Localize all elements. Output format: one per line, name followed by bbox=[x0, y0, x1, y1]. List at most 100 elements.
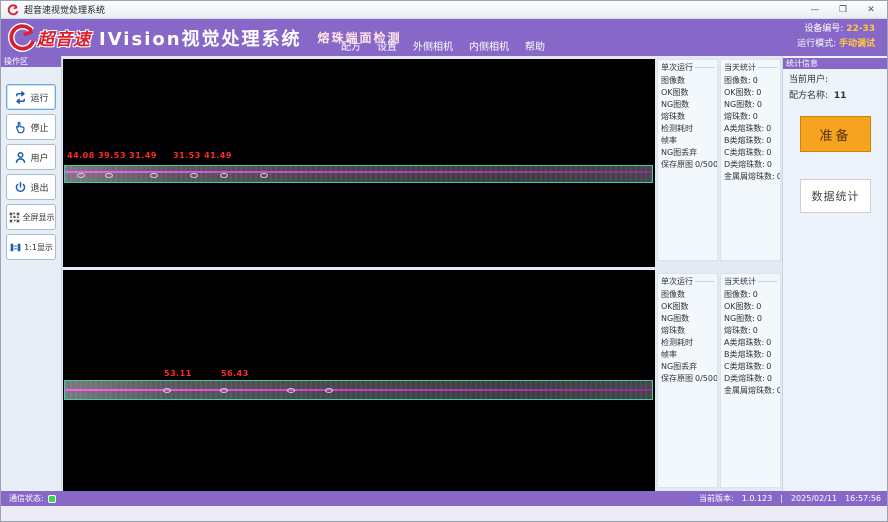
stat-row: B类熔珠数:0 bbox=[724, 135, 777, 147]
recipe-name-label: 配方名称: bbox=[789, 91, 828, 101]
data-statistics-button[interactable]: 数据统计 bbox=[800, 179, 871, 213]
run-button-label: 运行 bbox=[30, 91, 48, 104]
inner-camera-viewport: 53.11 56.43 bbox=[63, 270, 655, 491]
stat-row: D类熔珠数:0 bbox=[724, 159, 777, 171]
menu-item[interactable]: 外侧相机 bbox=[413, 38, 453, 53]
current-user-label: 当前用户: bbox=[789, 75, 828, 85]
bead-blob bbox=[105, 173, 113, 178]
operation-sidebar: 操作区 运行 停止 bbox=[1, 56, 62, 491]
stat-row: OK图数:0 bbox=[724, 301, 777, 313]
stat-row: C类熔珠数:0 bbox=[724, 147, 777, 159]
stop-hand-icon bbox=[13, 120, 28, 135]
device-info: 设备编号: 22-33 运行模式: 手动调试 bbox=[797, 22, 875, 52]
app-title: IVision视觉处理系统 bbox=[99, 25, 302, 51]
user-button[interactable]: 用户 bbox=[6, 144, 56, 170]
exit-button[interactable]: 退出 bbox=[6, 174, 56, 200]
stat-row: 图像数 bbox=[661, 289, 714, 301]
power-icon bbox=[13, 180, 28, 195]
bead-blob bbox=[163, 388, 171, 393]
bottom-strip bbox=[1, 506, 888, 522]
exit-button-label: 退出 bbox=[30, 181, 48, 194]
run-mode-value: 手动调试 bbox=[839, 39, 875, 49]
stat-row: NG图数:0 bbox=[724, 313, 777, 325]
stat-row: NG图数 bbox=[661, 313, 714, 325]
close-icon[interactable]: ✕ bbox=[865, 1, 877, 19]
sidebar-buttons: 运行 停止 用户 bbox=[1, 67, 61, 260]
bead-blob bbox=[220, 173, 228, 178]
comm-status: 通信状态: bbox=[9, 493, 56, 504]
weld-bead-detection-strip bbox=[64, 165, 653, 183]
menu-item[interactable]: 帮助 bbox=[525, 38, 545, 53]
single-run-title: 单次运行 bbox=[661, 276, 714, 287]
measurement-annotation: 56.43 bbox=[221, 369, 249, 378]
restore-icon[interactable]: ❐ bbox=[837, 1, 849, 19]
single-run-box: 单次运行 图像数 OK图数 NG图数 熔珠数 检测耗时 bbox=[657, 59, 718, 261]
device-number-value: 22-33 bbox=[846, 24, 875, 34]
status-right: 当前版本: 1.0.123 | 2025/02/11 16:57:56 bbox=[699, 493, 881, 504]
status-separator: | bbox=[780, 494, 783, 503]
current-user-row: 当前用户: bbox=[783, 69, 888, 85]
app-window: 超音速视觉处理系统 — ❐ ✕ 超音速 IVision视觉处理系统 熔珠端面检测… bbox=[0, 0, 888, 522]
stat-row: 图像数 bbox=[661, 75, 714, 87]
single-run-rows: 图像数 OK图数 NG图数 熔珠数 检测耗时 帧率 NG图丢弃 bbox=[661, 289, 714, 385]
brand-name: 超音速 bbox=[37, 25, 91, 50]
stat-row: 图像数:0 bbox=[724, 289, 777, 301]
device-number-row: 设备编号: 22-33 bbox=[797, 22, 875, 37]
fullscreen-button[interactable]: 全屏显示 bbox=[6, 204, 56, 230]
stat-row: OK图数 bbox=[661, 301, 714, 313]
os-titlebar: 超音速视觉处理系统 — ❐ ✕ bbox=[1, 1, 888, 19]
menu-item[interactable]: 设置 bbox=[377, 38, 397, 53]
stat-row: 检测耗时 bbox=[661, 337, 714, 349]
comm-status-led bbox=[48, 495, 56, 503]
status-date: 2025/02/11 bbox=[791, 494, 837, 503]
minimize-icon[interactable]: — bbox=[809, 1, 821, 19]
fullscreen-button-label: 全屏显示 bbox=[23, 212, 55, 223]
stat-row: D类熔珠数:0 bbox=[724, 373, 777, 385]
version-value: 1.0.123 bbox=[742, 494, 773, 503]
menu-item[interactable]: 配方 bbox=[341, 38, 361, 53]
measurement-annotation: 44.08 39.53 31.49 bbox=[67, 151, 157, 160]
brand-swirl-icon bbox=[7, 23, 37, 53]
stat-row: 熔珠数 bbox=[661, 111, 714, 123]
stat-row: 熔珠数:0 bbox=[724, 111, 777, 123]
run-mode-row: 运行模式: 手动调试 bbox=[797, 37, 875, 52]
statistics-info-panel: 统计信息 当前用户: 配方名称: 11 准备 数据统计 bbox=[782, 56, 888, 491]
outer-camera-stats: 单次运行 图像数 OK图数 NG图数 熔珠数 检测耗时 bbox=[657, 59, 781, 261]
daily-stats-rows: 图像数:0 OK图数:0 NG图数:0 熔珠数:0 A类熔珠数:0 B类熔珠数:… bbox=[724, 289, 777, 397]
stat-row: C类熔珠数:0 bbox=[724, 361, 777, 373]
stat-row: NG图数:0 bbox=[724, 99, 777, 111]
menu-item[interactable]: 内侧相机 bbox=[469, 38, 509, 53]
stat-row: 金属屑熔珠数:0 bbox=[724, 171, 777, 183]
info-panel-title: 统计信息 bbox=[783, 58, 888, 69]
app-logo-icon bbox=[7, 4, 19, 16]
measurement-annotation: 53.11 bbox=[164, 369, 192, 378]
app-header: 超音速 IVision视觉处理系统 熔珠端面检测 配方设置外侧相机内侧相机帮助 … bbox=[1, 19, 888, 56]
bead-blob bbox=[260, 173, 268, 178]
stat-row: B类熔珠数:0 bbox=[724, 349, 777, 361]
recipe-name-row: 配方名称: 11 bbox=[783, 85, 888, 101]
daily-stats-title: 当天统计 bbox=[724, 62, 777, 73]
fullscreen-grid-icon bbox=[8, 211, 21, 224]
single-run-box: 单次运行 图像数 OK图数 NG图数 熔珠数 检测耗时 bbox=[657, 273, 718, 488]
stat-row: NG图数 bbox=[661, 99, 714, 111]
run-button[interactable]: 运行 bbox=[6, 84, 56, 110]
bead-blob bbox=[220, 388, 228, 393]
user-icon bbox=[13, 150, 28, 165]
stop-button[interactable]: 停止 bbox=[6, 114, 56, 140]
stat-row: 帧率 bbox=[661, 349, 714, 361]
prepare-button[interactable]: 准备 bbox=[800, 116, 871, 152]
daily-stats-box: 当天统计 图像数:0 OK图数:0 NG图数:0 熔珠数:0 A类熔珠数:0 bbox=[720, 59, 781, 261]
one-to-one-button[interactable]: 1:1显示 bbox=[6, 234, 56, 260]
sidebar-title: 操作区 bbox=[1, 56, 61, 67]
daily-stats-title: 当天统计 bbox=[724, 276, 777, 287]
bead-blob bbox=[77, 173, 85, 178]
measurement-annotation: 31.53 41.49 bbox=[173, 151, 232, 160]
run-cycle-icon bbox=[13, 90, 28, 105]
one-to-one-button-label: 1:1显示 bbox=[24, 242, 53, 253]
bead-blob bbox=[287, 388, 295, 393]
status-bar: 通信状态: 当前版本: 1.0.123 | 2025/02/11 16:57:5… bbox=[1, 491, 888, 506]
status-time: 16:57:56 bbox=[845, 494, 881, 503]
run-mode-label: 运行模式: bbox=[797, 39, 836, 49]
stats-area: 单次运行 图像数 OK图数 NG图数 熔珠数 检测耗时 bbox=[657, 56, 781, 491]
stat-row: A类熔珠数:0 bbox=[724, 123, 777, 135]
